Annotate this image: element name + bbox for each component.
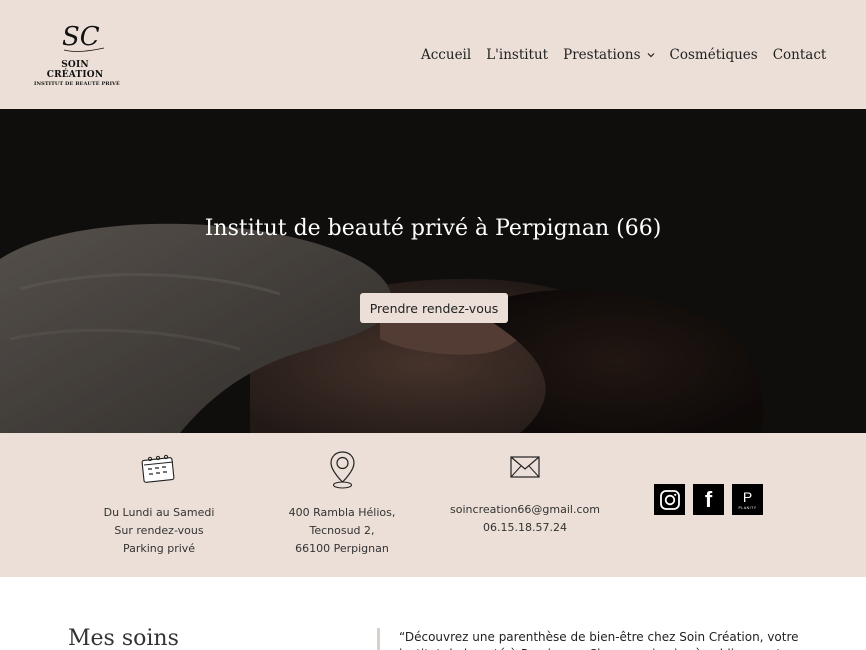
logo[interactable]: SC SOIN CRÉATION INSTITUT DE BEAUTÉ PRIV… bbox=[34, 20, 124, 92]
address-line: 400 Rambla Hélios, bbox=[288, 506, 396, 519]
hero-title: Institut de beauté privé à Perpignan (66… bbox=[204, 216, 662, 241]
quote-divider bbox=[377, 628, 380, 650]
section-title-mes-soins: Mes soins bbox=[68, 626, 179, 650]
envelope-icon bbox=[510, 456, 540, 478]
svg-text:SC: SC bbox=[62, 22, 100, 52]
email-link[interactable]: soincreation66@gmail.com bbox=[440, 501, 610, 519]
hero-section: Institut de beauté privé à Perpignan (66… bbox=[0, 109, 866, 433]
nav-label: Prestations bbox=[563, 47, 641, 63]
nav-label: Contact bbox=[772, 47, 827, 63]
info-band: Du Lundi au Samedi Sur rendez-vous Parki… bbox=[0, 433, 866, 577]
planity-caption: PLANITY bbox=[738, 505, 757, 510]
hero-image bbox=[0, 109, 866, 433]
phone-link[interactable]: 06.15.18.57.24 bbox=[440, 519, 610, 537]
contact-text: soincreation66@gmail.com 06.15.18.57.24 bbox=[440, 501, 610, 537]
logo-monogram: SC bbox=[62, 22, 105, 52]
hours-line: Sur rendez-vous bbox=[114, 524, 204, 537]
facebook-icon: f bbox=[704, 486, 713, 512]
hours-text: Du Lundi au Samedi Sur rendez-vous Parki… bbox=[79, 504, 239, 558]
address-text: 400 Rambla Hélios, Tecnosud 2, 66100 Per… bbox=[261, 504, 423, 558]
chevron-down-icon bbox=[647, 53, 654, 58]
instagram-icon bbox=[659, 489, 680, 510]
planity-icon: P bbox=[742, 488, 753, 505]
site-header: SC SOIN CRÉATION INSTITUT DE BEAUTÉ PRIV… bbox=[0, 0, 866, 109]
location-pin-icon bbox=[330, 451, 355, 489]
nav-cosmetiques[interactable]: Cosmétiques bbox=[670, 47, 758, 63]
nav-accueil[interactable]: Accueil bbox=[421, 47, 471, 63]
intro-quote: “Découvrez une parenthèse de bien-être c… bbox=[399, 630, 799, 650]
address-line: 66100 Perpignan bbox=[295, 542, 389, 555]
hours-line: Du Lundi au Samedi bbox=[103, 506, 215, 519]
nav-contact[interactable]: Contact bbox=[773, 47, 827, 63]
hours-line: Parking privé bbox=[122, 542, 196, 555]
nav-label: L'institut bbox=[486, 47, 549, 63]
nav-label: Cosmétiques bbox=[669, 47, 758, 63]
calendar-icon bbox=[141, 454, 175, 483]
brand-name: SOIN CRÉATION bbox=[46, 60, 104, 80]
book-appointment-button[interactable]: Prendre rendez-vous bbox=[360, 293, 508, 323]
nav-prestations[interactable]: Prestations bbox=[563, 47, 654, 63]
main-nav: Accueil L'institut Prestations Cosmétiqu… bbox=[421, 45, 826, 65]
address-line: Tecnosud 2, bbox=[309, 524, 375, 537]
nav-label: Accueil bbox=[421, 47, 472, 63]
nav-institut[interactable]: L'institut bbox=[486, 47, 548, 63]
facebook-button[interactable]: f bbox=[693, 484, 724, 515]
instagram-button[interactable] bbox=[654, 484, 685, 515]
social-links: f P PLANITY bbox=[654, 484, 771, 515]
brand-tagline: INSTITUT DE BEAUTÉ PRIVÉ bbox=[34, 81, 120, 87]
planity-button[interactable]: P PLANITY bbox=[732, 484, 763, 515]
